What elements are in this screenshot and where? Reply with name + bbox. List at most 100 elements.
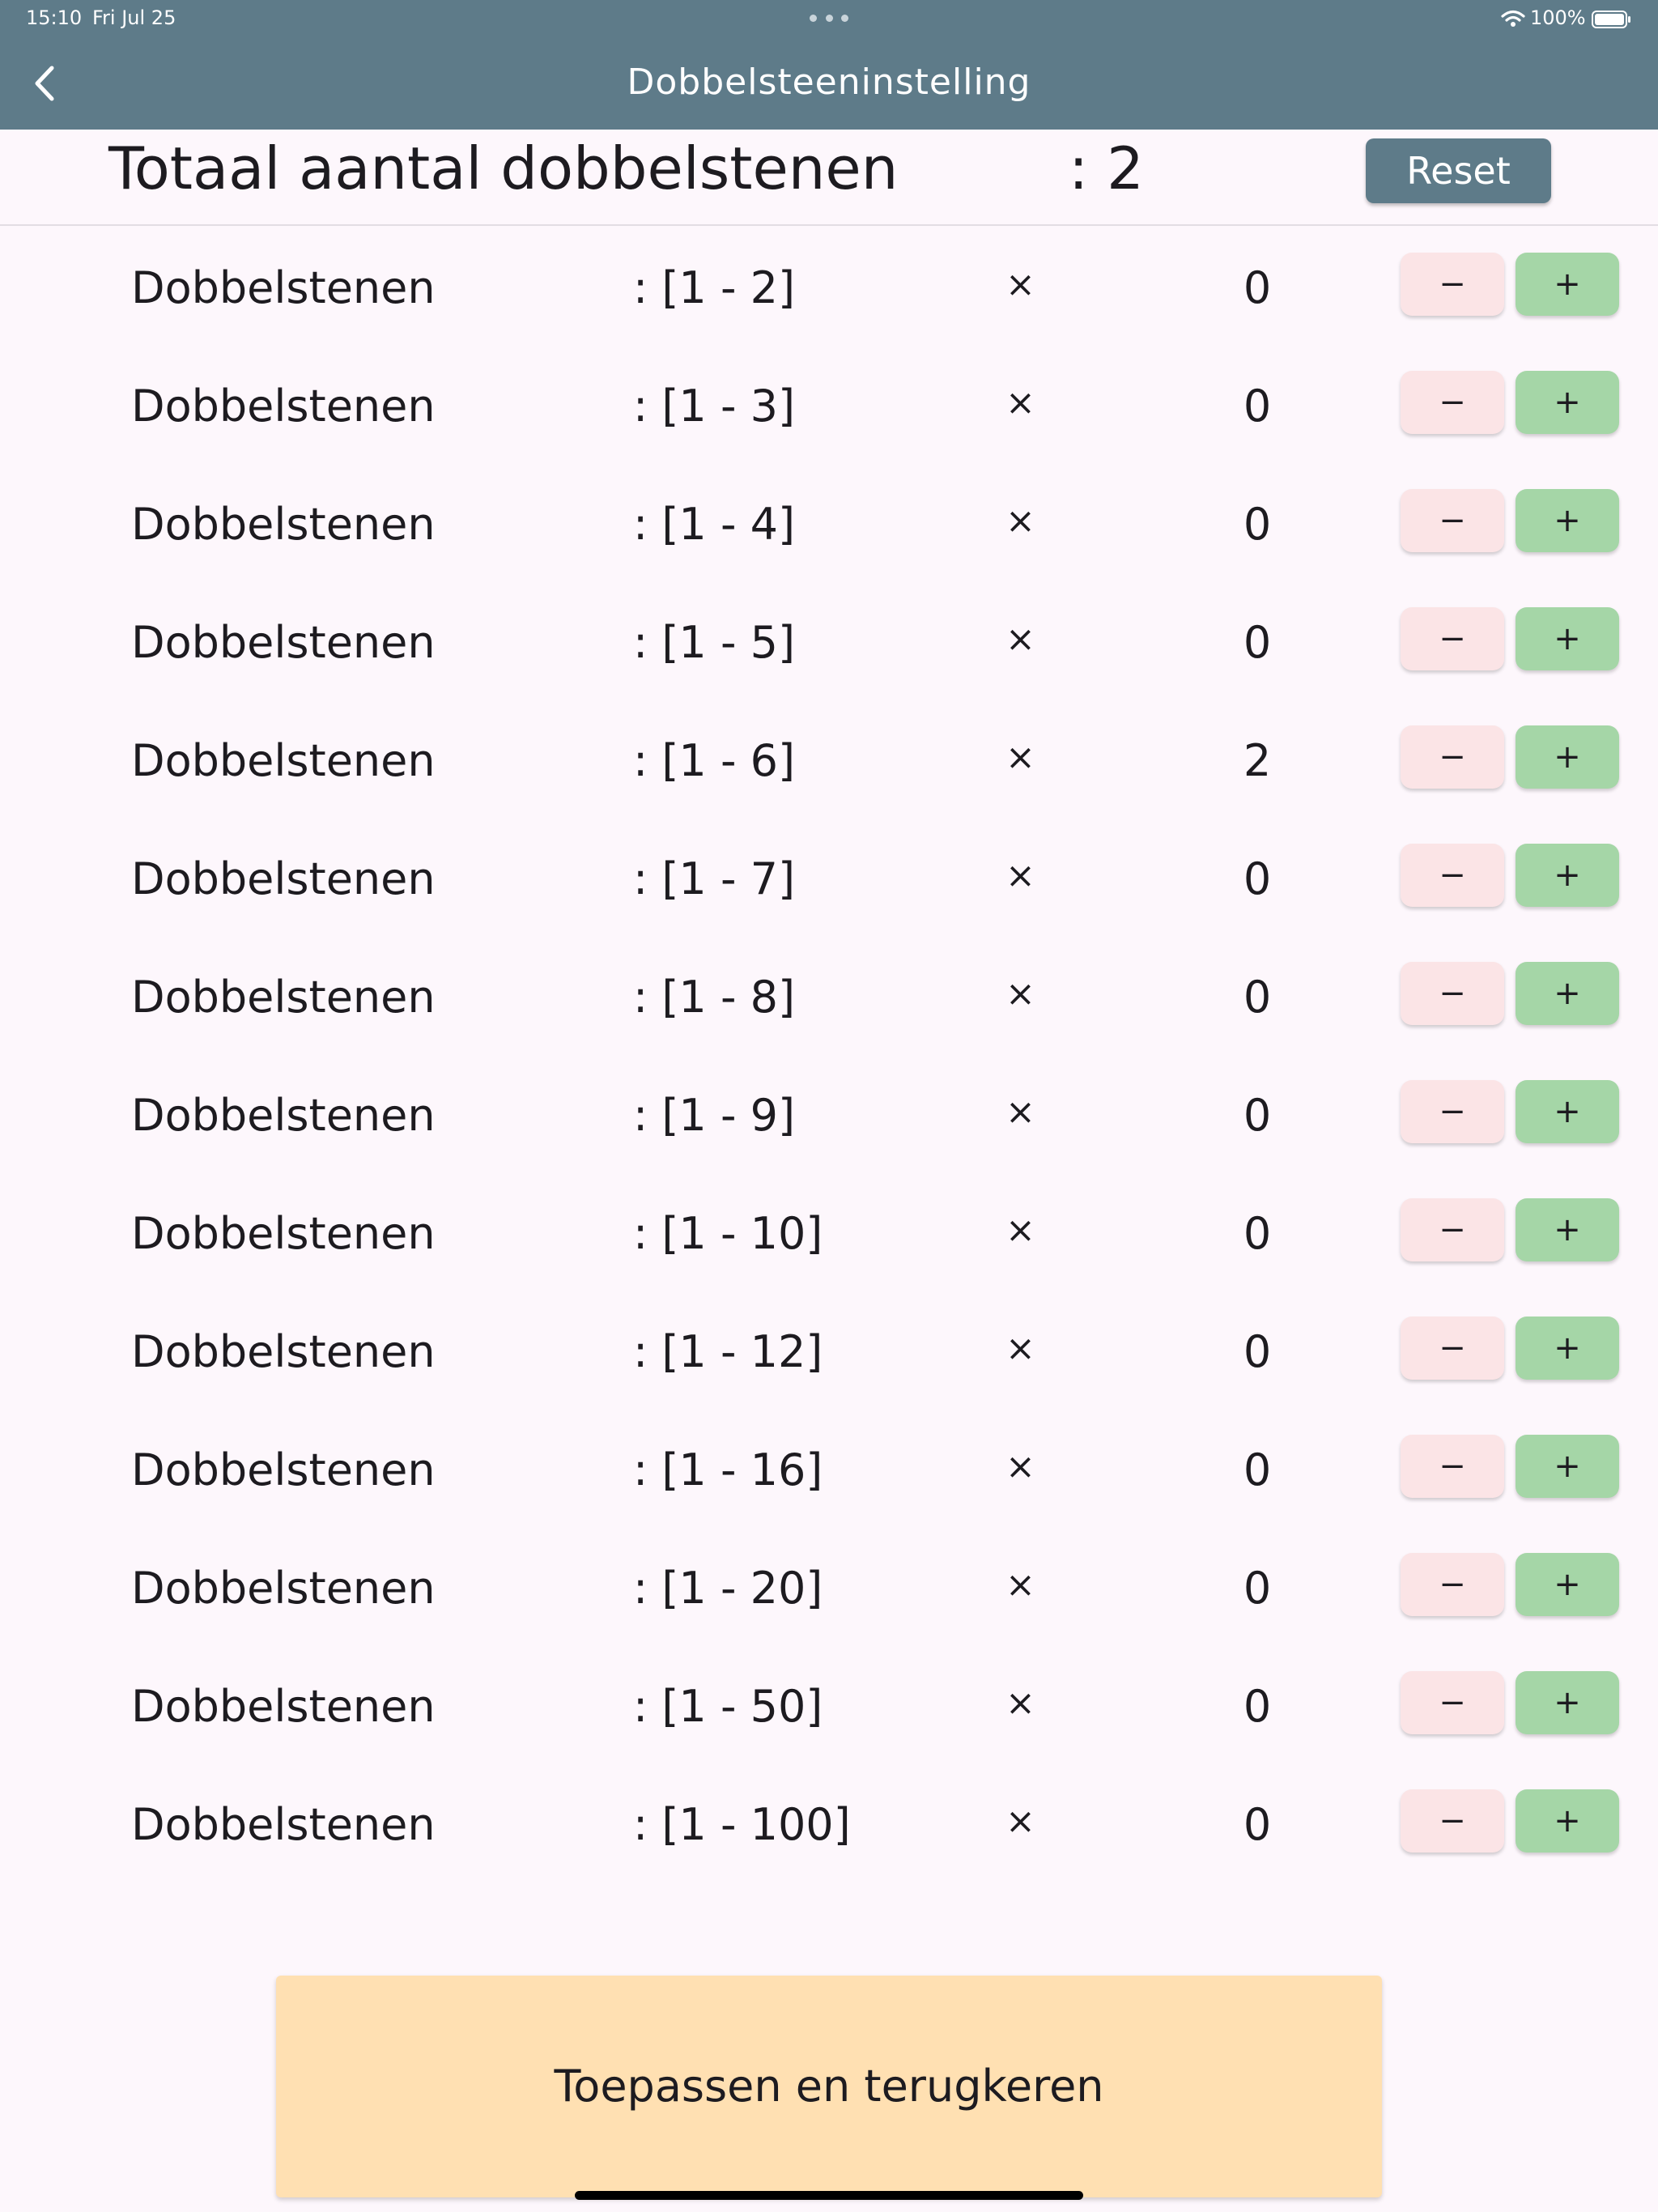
dice-row: Dobbelstenen: [1 - 20] × 0 − +: [0, 1525, 1658, 1644]
home-indicator[interactable]: [575, 2191, 1083, 2200]
dice-row: Dobbelstenen: [1 - 5] × 0 − +: [0, 580, 1658, 698]
decrement-button[interactable]: −: [1401, 1553, 1504, 1616]
decrement-button[interactable]: −: [1401, 1435, 1504, 1498]
increment-button[interactable]: +: [1516, 371, 1619, 434]
battery-icon: [1592, 11, 1630, 28]
dice-row: Dobbelstenen: [1 - 3] × 0 − +: [0, 343, 1658, 462]
status-time: 15:10: [26, 6, 83, 29]
dice-count: 0: [1243, 381, 1272, 432]
increment-button[interactable]: +: [1516, 489, 1619, 552]
increment-button[interactable]: +: [1516, 1198, 1619, 1261]
dice-range: : [1 - 6]: [633, 735, 796, 786]
dice-label: Dobbelstenen: [131, 735, 436, 786]
apply-and-return-button[interactable]: Toepassen en terugkeren: [276, 1976, 1382, 2197]
times-icon: ×: [1005, 1091, 1035, 1133]
decrement-button[interactable]: −: [1401, 962, 1504, 1025]
dice-row: Dobbelstenen: [1 - 100] × 0 − +: [0, 1762, 1658, 1880]
dice-range: : [1 - 3]: [633, 381, 796, 432]
dice-label: Dobbelstenen: [131, 617, 436, 668]
dice-row: Dobbelstenen: [1 - 6] × 2 − +: [0, 698, 1658, 816]
times-icon: ×: [1005, 1801, 1035, 1842]
dice-row: Dobbelstenen: [1 - 16] × 0 − +: [0, 1407, 1658, 1525]
dice-row: Dobbelstenen : [1 - 50] × 0 − +: [0, 1644, 1658, 1762]
times-icon: ×: [1005, 1210, 1035, 1251]
screen: 15:10 Fri Jul 25 100% Dobbelsteeninstell…: [0, 0, 1658, 2212]
decrement-button[interactable]: −: [1401, 371, 1504, 434]
dice-count: 0: [1243, 1563, 1272, 1614]
dice-count: 0: [1243, 1326, 1272, 1377]
dice-count: 0: [1243, 262, 1272, 313]
dice-label: Dobbelstenen: [131, 262, 436, 313]
increment-button[interactable]: +: [1516, 962, 1619, 1025]
increment-button[interactable]: +: [1516, 844, 1619, 907]
decrement-button[interactable]: −: [1401, 1198, 1504, 1261]
times-icon: ×: [1005, 264, 1035, 305]
dice-label: Dobbelstenen: [131, 853, 436, 904]
dice-label: Dobbelstenen: [131, 972, 436, 1023]
dice-range: : [1 - 100]: [633, 1799, 851, 1850]
increment-button[interactable]: +: [1516, 1435, 1619, 1498]
times-icon: ×: [1005, 855, 1035, 896]
decrement-button[interactable]: −: [1401, 1080, 1504, 1143]
app-bar: 15:10 Fri Jul 25 100% Dobbelsteeninstell…: [0, 0, 1658, 130]
times-icon: ×: [1005, 619, 1035, 660]
total-dice-label: Totaal aantal dobbelstenen: [108, 134, 899, 202]
increment-button[interactable]: +: [1516, 1080, 1619, 1143]
decrement-button[interactable]: −: [1401, 844, 1504, 907]
decrement-button[interactable]: −: [1401, 253, 1504, 316]
decrement-button[interactable]: −: [1401, 489, 1504, 552]
increment-button[interactable]: +: [1516, 1553, 1619, 1616]
dice-range: : [1 - 50]: [633, 1681, 823, 1732]
times-icon: ×: [1005, 1564, 1035, 1606]
decrement-button[interactable]: −: [1401, 1789, 1504, 1853]
battery-percentage: 100%: [1530, 6, 1586, 29]
dice-count: 0: [1243, 1681, 1272, 1732]
times-icon: ×: [1005, 500, 1035, 542]
times-icon: ×: [1005, 1446, 1035, 1487]
reset-button[interactable]: Reset: [1366, 138, 1551, 203]
times-icon: ×: [1005, 973, 1035, 1015]
times-icon: ×: [1005, 1682, 1035, 1724]
increment-button[interactable]: +: [1516, 725, 1619, 789]
dice-label: Dobbelstenen: [131, 499, 436, 550]
dice-range: : [1 - 2]: [633, 262, 796, 313]
dice-label: Dobbelstenen: [131, 1208, 436, 1259]
decrement-button[interactable]: −: [1401, 607, 1504, 670]
dice-count: 0: [1243, 972, 1272, 1023]
increment-button[interactable]: +: [1516, 1789, 1619, 1853]
dice-label: Dobbelstenen: [131, 1563, 436, 1614]
dice-count: 0: [1243, 499, 1272, 550]
dice-count: 0: [1243, 853, 1272, 904]
dice-count: 0: [1243, 1090, 1272, 1141]
decrement-button[interactable]: −: [1401, 1671, 1504, 1734]
increment-button[interactable]: +: [1516, 607, 1619, 670]
dice-range: : [1 - 5]: [633, 617, 796, 668]
dice-range: : [1 - 12]: [633, 1326, 823, 1377]
dice-count: 0: [1243, 1799, 1272, 1850]
status-date: Fri Jul 25: [92, 6, 176, 29]
dice-range: : [1 - 7]: [633, 853, 796, 904]
dice-row: Dobbelstenen : [1 - 4] × 0 − +: [0, 462, 1658, 580]
dice-range: : [1 - 4]: [633, 499, 796, 550]
dice-row: Dobbelstenen : [1 - 8] × 0 − +: [0, 934, 1658, 1053]
dice-row: Dobbelstenen: [1 - 10] × 0 − +: [0, 1171, 1658, 1289]
total-dice-value: : 2: [1069, 134, 1144, 202]
dice-range: : [1 - 16]: [633, 1444, 823, 1495]
dice-row: Dobbelstenen : [1 - 7] × 0 − +: [0, 816, 1658, 934]
increment-button[interactable]: +: [1516, 1671, 1619, 1734]
dice-range: : [1 - 8]: [633, 972, 796, 1023]
dice-label: Dobbelstenen: [131, 1681, 436, 1732]
dice-row: Dobbelstenen : [1 - 2] × 0 − +: [0, 225, 1658, 343]
wifi-icon: [1501, 10, 1525, 27]
dice-row: Dobbelstenen: [1 - 12] × 0 − +: [0, 1289, 1658, 1407]
increment-button[interactable]: +: [1516, 253, 1619, 316]
dice-row: Dobbelstenen: [1 - 9] × 0 − +: [0, 1053, 1658, 1171]
multitasking-dots-icon[interactable]: [810, 15, 848, 23]
dice-range: : [1 - 9]: [633, 1090, 796, 1141]
increment-button[interactable]: +: [1516, 1317, 1619, 1380]
dice-count: 2: [1243, 735, 1272, 786]
dice-count: 0: [1243, 1208, 1272, 1259]
dice-count: 0: [1243, 1444, 1272, 1495]
decrement-button[interactable]: −: [1401, 1317, 1504, 1380]
decrement-button[interactable]: −: [1401, 725, 1504, 789]
